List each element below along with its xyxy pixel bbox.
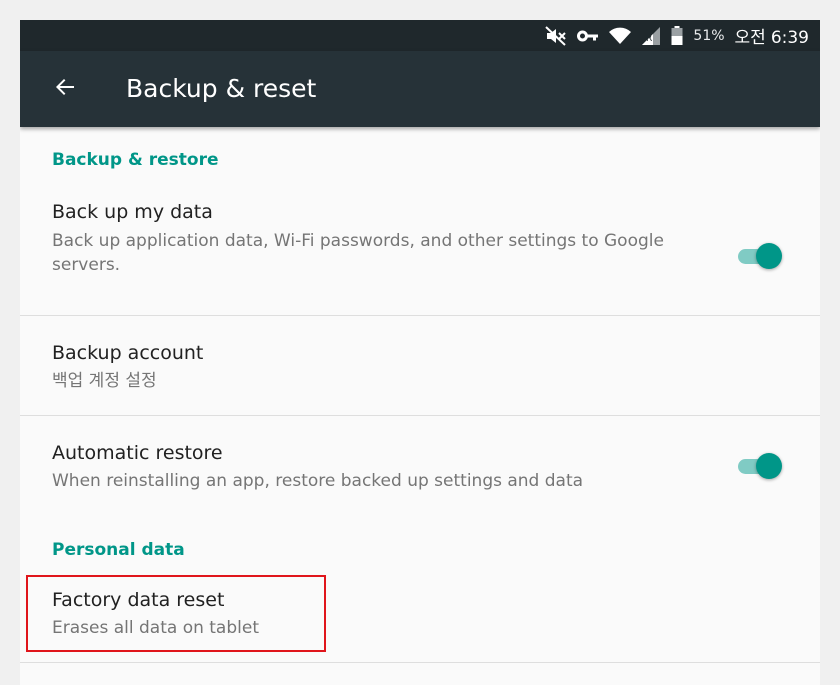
wifi-icon bbox=[609, 27, 632, 45]
battery-icon bbox=[671, 25, 683, 46]
pref-back-up-my-data[interactable]: Back up my data Back up application data… bbox=[20, 191, 820, 315]
pref-summary: When reinstalling an app, restore backed… bbox=[52, 471, 584, 491]
pref-title: Automatic restore bbox=[52, 442, 223, 464]
clock: 오전 6:39 bbox=[735, 23, 809, 48]
vpn-key-icon bbox=[577, 29, 599, 43]
pref-title: Back up my data bbox=[52, 201, 213, 223]
switch-thumb bbox=[756, 453, 782, 479]
svg-text:R: R bbox=[646, 34, 652, 44]
backup-toggle[interactable] bbox=[736, 241, 784, 271]
category-personal-data: Personal data bbox=[52, 540, 185, 560]
automatic-restore-toggle[interactable] bbox=[736, 451, 784, 481]
status-bar: R 51% 오전 6:39 bbox=[20, 20, 820, 51]
pref-title: Backup account bbox=[52, 342, 204, 364]
pref-summary: 백업 계정 설정 bbox=[52, 371, 157, 391]
back-button[interactable] bbox=[48, 72, 82, 106]
status-icons: R 51% 오전 6:39 bbox=[545, 20, 809, 51]
clock-ampm: 오전 bbox=[734, 28, 766, 48]
page-title: Backup & reset bbox=[126, 74, 317, 103]
android-screen: R 51% 오전 6:39 Backup & reset Backup & re… bbox=[20, 20, 820, 685]
pref-automatic-restore[interactable]: Automatic restore When reinstalling an a… bbox=[20, 416, 820, 514]
mute-icon bbox=[545, 25, 567, 46]
switch-thumb bbox=[756, 243, 782, 269]
pref-summary: Back up application data, Wi-Fi password… bbox=[52, 231, 664, 275]
app-toolbar: Backup & reset bbox=[20, 51, 820, 127]
arrow-back-icon bbox=[53, 75, 77, 103]
category-backup-restore: Backup & restore bbox=[52, 150, 219, 170]
signal-icon: R bbox=[641, 26, 661, 46]
pref-backup-account[interactable]: Backup account 백업 계정 설정 bbox=[20, 316, 820, 414]
battery-percent: 51% bbox=[693, 27, 725, 44]
clock-time: 6:39 bbox=[770, 28, 809, 48]
divider bbox=[20, 662, 820, 663]
highlight-box bbox=[26, 575, 326, 652]
